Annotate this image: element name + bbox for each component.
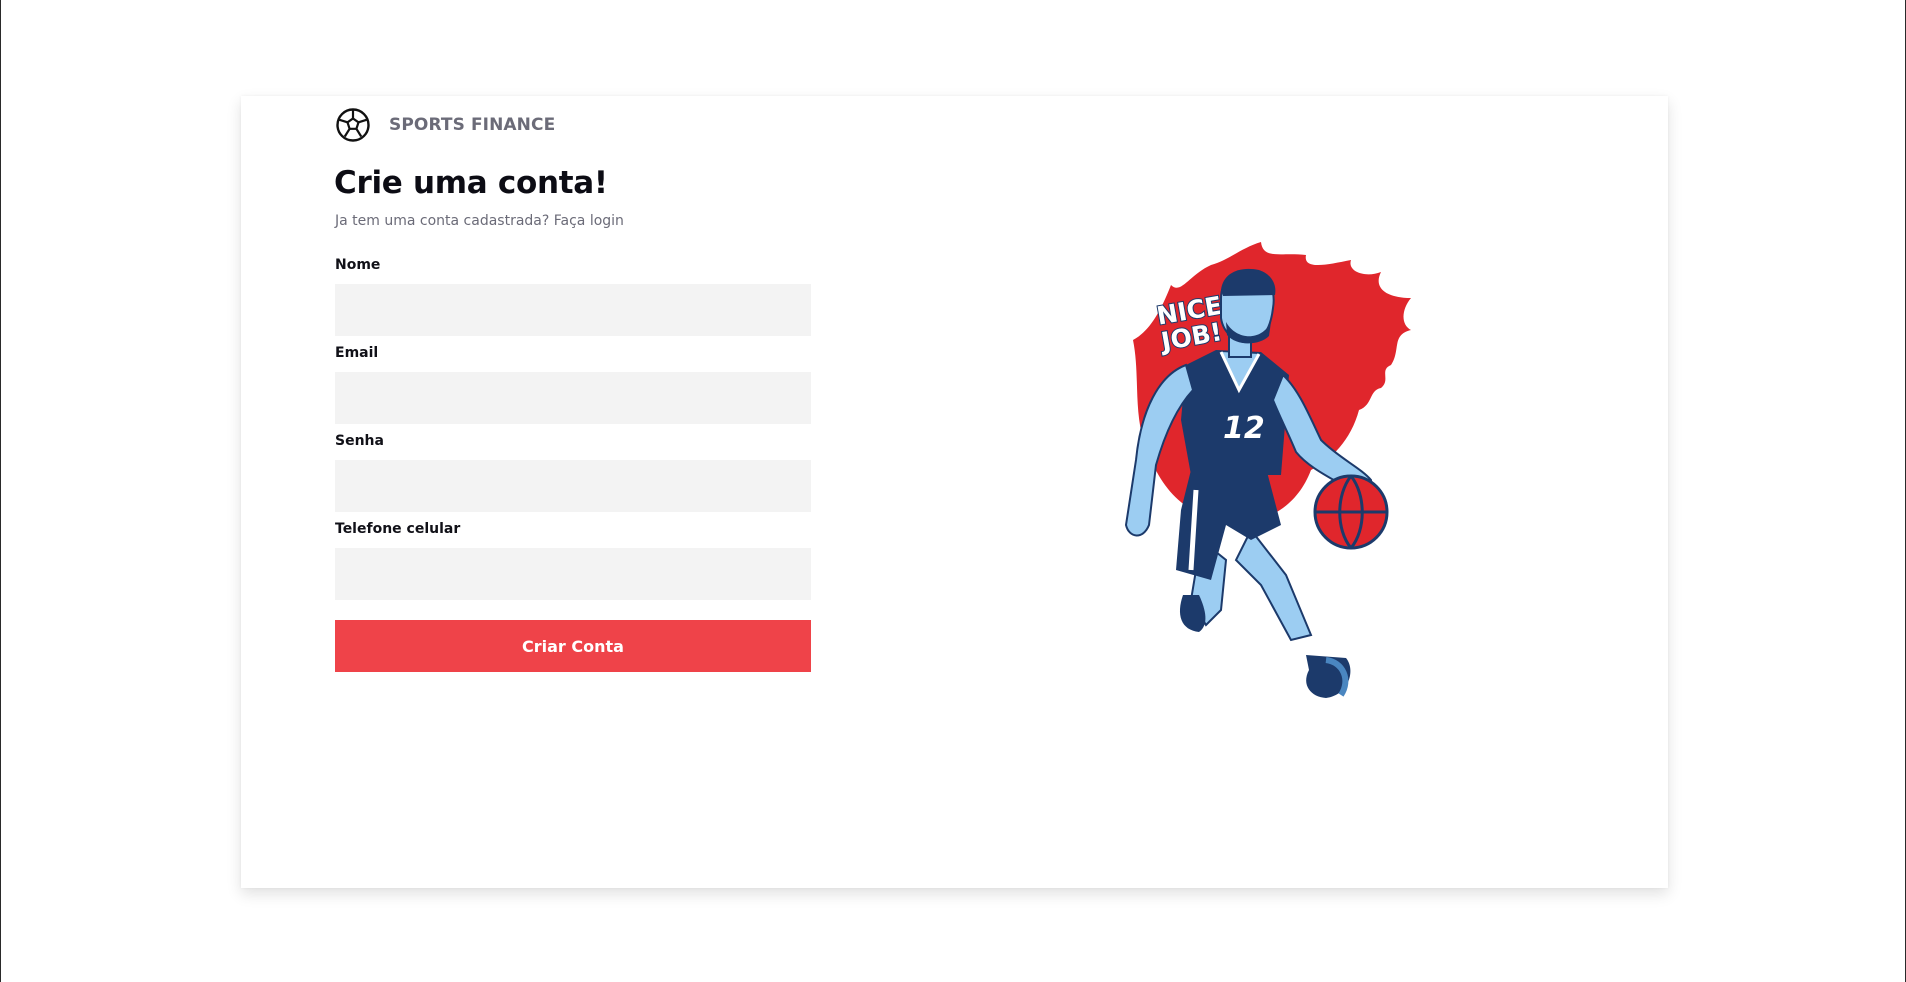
page-title: Crie uma conta! [334, 165, 608, 201]
phone-label: Telefone celular [335, 521, 461, 537]
brand: SPORTS FINANCE [335, 107, 555, 143]
basketball-player-illustration: NICE JOB! 12 [1124, 242, 1411, 698]
login-prompt-text: Ja tem uma conta cadastrada? [335, 213, 554, 229]
login-link[interactable]: Faça login [554, 213, 624, 229]
name-input[interactable] [335, 284, 811, 336]
brand-name: SPORTS FINANCE [389, 115, 556, 135]
email-input[interactable] [335, 372, 811, 424]
page-viewport: SPORTS FINANCE Crie uma conta! Ja tem um… [0, 0, 1906, 982]
login-prompt: Ja tem uma conta cadastrada? Faça login [335, 213, 624, 229]
email-label: Email [335, 345, 379, 361]
password-label: Senha [335, 433, 384, 449]
name-label: Nome [335, 257, 381, 273]
jersey-number: 12 [1223, 411, 1265, 446]
phone-input[interactable] [335, 548, 811, 600]
create-account-button[interactable]: Criar Conta [335, 620, 811, 672]
password-input[interactable] [335, 460, 811, 512]
soccer-ball-icon [336, 108, 370, 142]
basketball-icon [1313, 474, 1389, 550]
